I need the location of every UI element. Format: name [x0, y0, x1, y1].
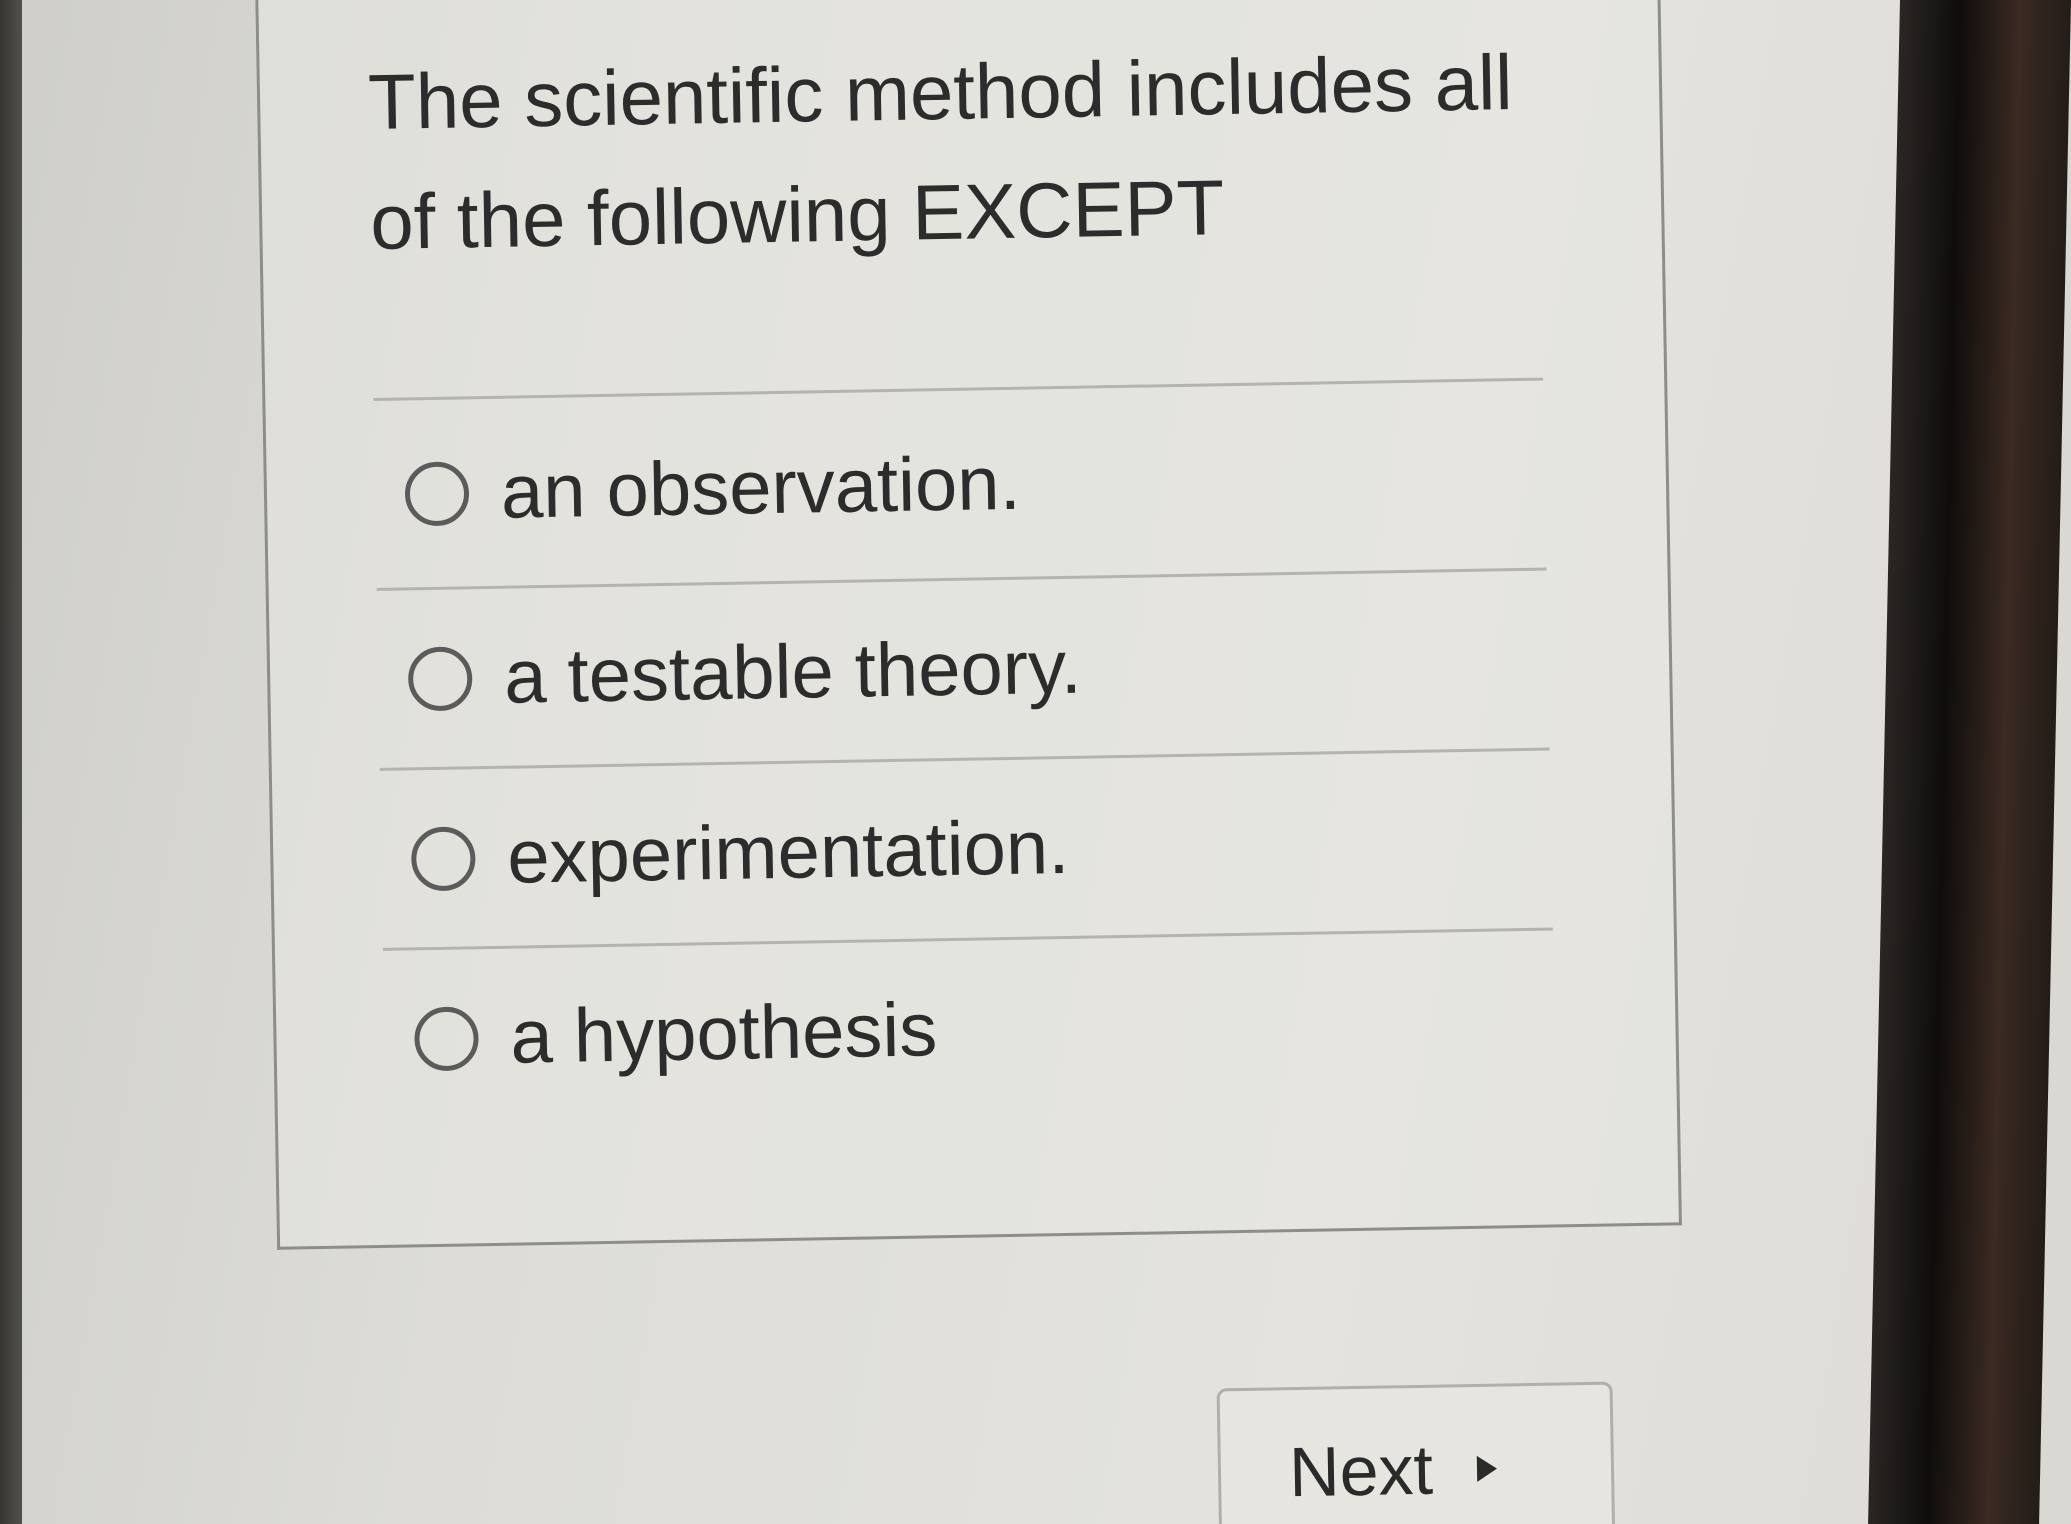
- question-text-line-2: of the following EXCEPT: [369, 163, 1225, 267]
- option-a-hypothesis[interactable]: a hypothesis: [382, 927, 1556, 1128]
- radio-button[interactable]: [413, 1005, 480, 1071]
- next-button-label[interactable]: Next: [1288, 1430, 1433, 1512]
- triangle-right-icon: [1476, 1455, 1498, 1482]
- radio-button[interactable]: [410, 825, 476, 891]
- monitor-bezel-right: [1868, 0, 2071, 1524]
- answer-options: an observation. a testable theory. exper…: [373, 377, 1556, 1128]
- next-button[interactable]: Next: [1216, 1381, 1616, 1524]
- radio-button[interactable]: [407, 645, 473, 711]
- screen: The scientific method includes all of th…: [0, 0, 1940, 1524]
- option-label[interactable]: a testable theory.: [503, 624, 1082, 721]
- option-experimentation[interactable]: experimentation.: [379, 747, 1553, 948]
- option-label[interactable]: experimentation.: [507, 804, 1070, 901]
- option-label[interactable]: a hypothesis: [510, 986, 938, 1080]
- option-label[interactable]: an observation.: [500, 440, 1021, 536]
- radio-button[interactable]: [404, 460, 470, 526]
- monitor-bezel-left: [0, 0, 22, 1524]
- question-text: The scientific method includes all of th…: [367, 21, 1591, 282]
- option-an-observation[interactable]: an observation.: [373, 377, 1547, 588]
- question-text-line-1: The scientific method includes all: [367, 38, 1514, 147]
- question-card: The scientific method includes all of th…: [255, 0, 1682, 1250]
- option-a-testable-theory[interactable]: a testable theory.: [376, 567, 1550, 768]
